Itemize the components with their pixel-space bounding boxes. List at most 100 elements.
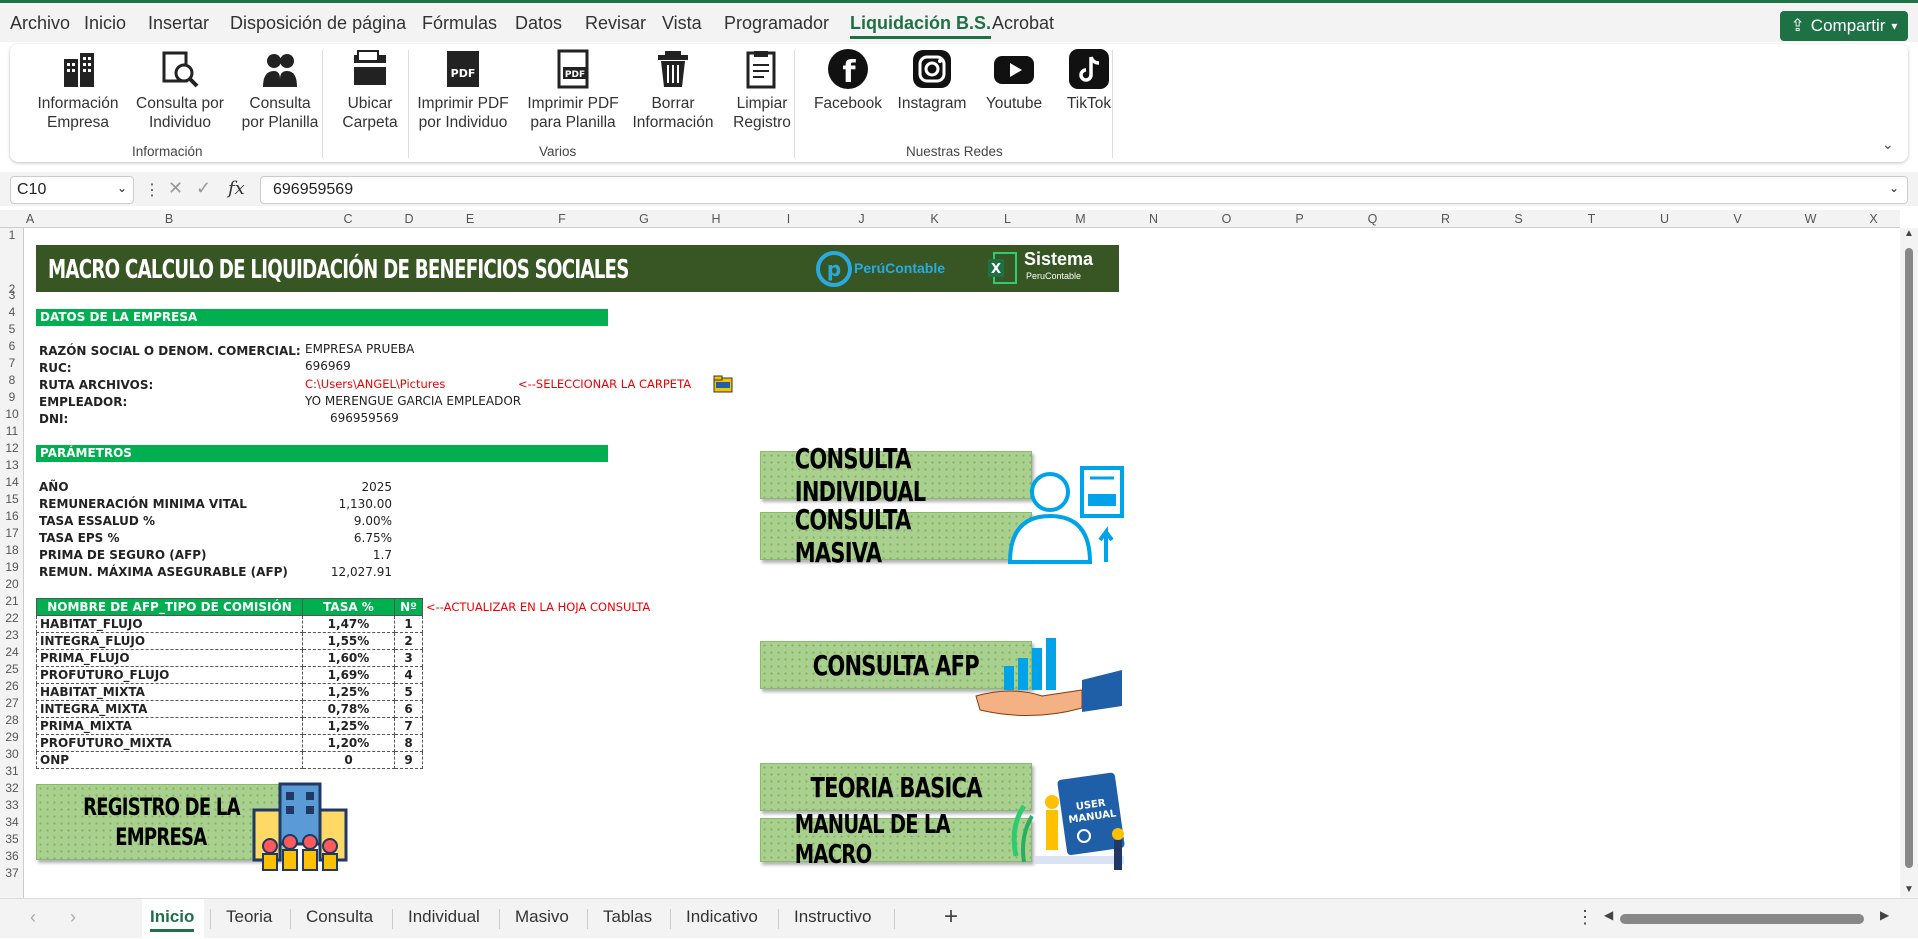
row-header[interactable]: 6 <box>0 339 24 353</box>
youtube-button[interactable]: Youtube <box>974 48 1054 113</box>
consulta-planilla-button[interactable]: Consulta por Planilla <box>232 48 328 132</box>
menu-liquidacion[interactable]: Liquidación B.S. <box>850 13 992 39</box>
ubicar-carpeta-button[interactable]: Ubicar Carpeta <box>330 48 410 132</box>
column-header[interactable]: C <box>302 212 394 226</box>
afp-number[interactable]: 6 <box>394 700 423 718</box>
row-header[interactable]: 14 <box>0 475 24 489</box>
row-header[interactable]: 7 <box>0 356 24 370</box>
afp-name[interactable]: PROFUTURO_FLUJO <box>36 666 303 684</box>
manual-macro-button[interactable]: MANUAL DE LA MACRO <box>760 810 1032 870</box>
menu-formulas[interactable]: Fórmulas <box>422 13 497 34</box>
afp-name[interactable]: INTEGRA_FLUJO <box>36 632 303 650</box>
row-header[interactable]: 16 <box>0 509 24 523</box>
afp-number[interactable]: 2 <box>394 632 423 650</box>
row-header[interactable]: 5 <box>0 322 24 336</box>
afp-name[interactable]: HABITAT_FLUJO <box>36 615 303 633</box>
row-header[interactable]: 35 <box>0 832 24 846</box>
row-header[interactable]: 24 <box>0 645 24 659</box>
more-icon[interactable]: ⋮ <box>144 180 160 200</box>
value-ruc[interactable]: 696969 <box>305 359 351 373</box>
afp-rate[interactable]: 1,69% <box>302 666 395 684</box>
chevron-left-icon[interactable]: ‹ <box>30 907 36 928</box>
afp-number[interactable]: 5 <box>394 683 423 701</box>
column-header[interactable]: L <box>971 212 1044 226</box>
row-header[interactable]: 21 <box>0 594 24 608</box>
menu-datos[interactable]: Datos <box>515 13 562 34</box>
row-header[interactable]: 32 <box>0 781 24 795</box>
row-header[interactable]: 1 <box>0 228 24 242</box>
informacion-empresa-button[interactable]: Información Empresa <box>28 48 128 132</box>
more-options-icon[interactable]: ⋮ <box>1576 907 1594 928</box>
afp-name[interactable]: PRIMA_MIXTA <box>36 717 303 735</box>
row-header[interactable]: 10 <box>0 407 24 421</box>
column-header[interactable]: A <box>24 212 36 226</box>
formula-input[interactable]: 696959569 ⌄ <box>260 176 1908 204</box>
value-essalud[interactable]: 9.00% <box>302 514 392 528</box>
scroll-right-icon[interactable]: ▶ <box>1880 908 1889 922</box>
imprimir-pdf-planilla-button[interactable]: PDF Imprimir PDF para Planilla <box>518 48 628 132</box>
afp-rate[interactable]: 1,55% <box>302 632 395 650</box>
cancel-icon[interactable]: ✕ <box>168 178 183 199</box>
consulta-individuo-button[interactable]: Consulta por Individuo <box>128 48 232 132</box>
column-header[interactable]: N <box>1117 212 1190 226</box>
column-header[interactable]: P <box>1263 212 1336 226</box>
column-header[interactable]: B <box>36 212 302 226</box>
menu-inicio[interactable]: Inicio <box>84 13 126 34</box>
row-header[interactable]: 37 <box>0 866 24 880</box>
name-box[interactable]: C10 ⌄ <box>10 176 134 204</box>
value-dni[interactable]: 696959569 <box>330 411 399 425</box>
add-sheet-button[interactable]: + <box>944 903 958 931</box>
menu-revisar[interactable]: Revisar <box>585 13 646 34</box>
row-header[interactable]: 25 <box>0 662 24 676</box>
facebook-button[interactable]: f Facebook <box>806 48 890 113</box>
afp-rate[interactable]: 1,47% <box>302 615 395 633</box>
row-header[interactable]: 33 <box>0 798 24 812</box>
column-header[interactable]: O <box>1190 212 1263 226</box>
row-header[interactable]: 19 <box>0 560 24 574</box>
column-header[interactable]: S <box>1482 212 1555 226</box>
function-icon[interactable]: fx <box>228 178 245 199</box>
row-header[interactable]: 4 <box>0 305 24 319</box>
scroll-up-icon[interactable]: ▲ <box>1904 228 1914 239</box>
value-eps[interactable]: 6.75% <box>302 531 392 545</box>
row-header[interactable]: 8 <box>0 373 24 387</box>
row-header[interactable]: 3 <box>0 288 24 302</box>
afp-rate[interactable]: 0 <box>302 751 395 769</box>
row-header[interactable]: 18 <box>0 543 24 557</box>
value-anio[interactable]: 2025 <box>302 480 392 494</box>
tab-consulta[interactable]: Consulta <box>306 907 373 927</box>
afp-number[interactable]: 1 <box>394 615 423 633</box>
value-prima-seguro[interactable]: 1.7 <box>302 548 392 562</box>
teoria-basica-button[interactable]: TEORIA BASICA <box>760 763 1032 811</box>
column-header[interactable]: E <box>424 212 516 226</box>
afp-name[interactable]: ONP <box>36 751 303 769</box>
row-header[interactable]: 9 <box>0 390 24 404</box>
afp-number[interactable]: 9 <box>394 751 423 769</box>
registro-empresa-button[interactable]: REGISTRO DE LA EMPRESA <box>36 784 286 860</box>
row-header[interactable]: 29 <box>0 730 24 744</box>
tab-teoria[interactable]: Teoria <box>226 907 272 927</box>
afp-number[interactable]: 8 <box>394 734 423 752</box>
column-header[interactable]: U <box>1628 212 1701 226</box>
borrar-informacion-button[interactable]: Borrar Información <box>628 48 718 132</box>
consulta-masiva-button[interactable]: CONSULTA MASIVA <box>760 503 1032 569</box>
column-header[interactable]: M <box>1044 212 1117 226</box>
tab-individual[interactable]: Individual <box>408 907 480 927</box>
row-header[interactable]: 12 <box>0 441 24 455</box>
chevron-right-icon[interactable]: › <box>70 907 76 928</box>
tab-tablas[interactable]: Tablas <box>603 907 652 927</box>
afp-rate[interactable]: 0,78% <box>302 700 395 718</box>
tab-inicio[interactable]: Inicio <box>150 907 195 932</box>
row-header[interactable]: 23 <box>0 628 24 642</box>
row-header[interactable]: 20 <box>0 577 24 591</box>
value-rmv[interactable]: 1,130.00 <box>302 497 392 511</box>
share-button[interactable]: ⇪ Compartir ▾ <box>1780 11 1908 41</box>
row-header[interactable]: 13 <box>0 458 24 472</box>
menu-programador[interactable]: Programador <box>724 13 829 34</box>
afp-number[interactable]: 4 <box>394 666 423 684</box>
vertical-scrollbar[interactable]: ▲ ▼ <box>1900 228 1918 898</box>
folder-icon[interactable] <box>713 374 733 399</box>
ribbon-collapse-icon[interactable]: ⌄ <box>1882 136 1894 153</box>
horizontal-scroll-thumb[interactable] <box>1620 914 1864 924</box>
tab-masivo[interactable]: Masivo <box>515 907 569 927</box>
